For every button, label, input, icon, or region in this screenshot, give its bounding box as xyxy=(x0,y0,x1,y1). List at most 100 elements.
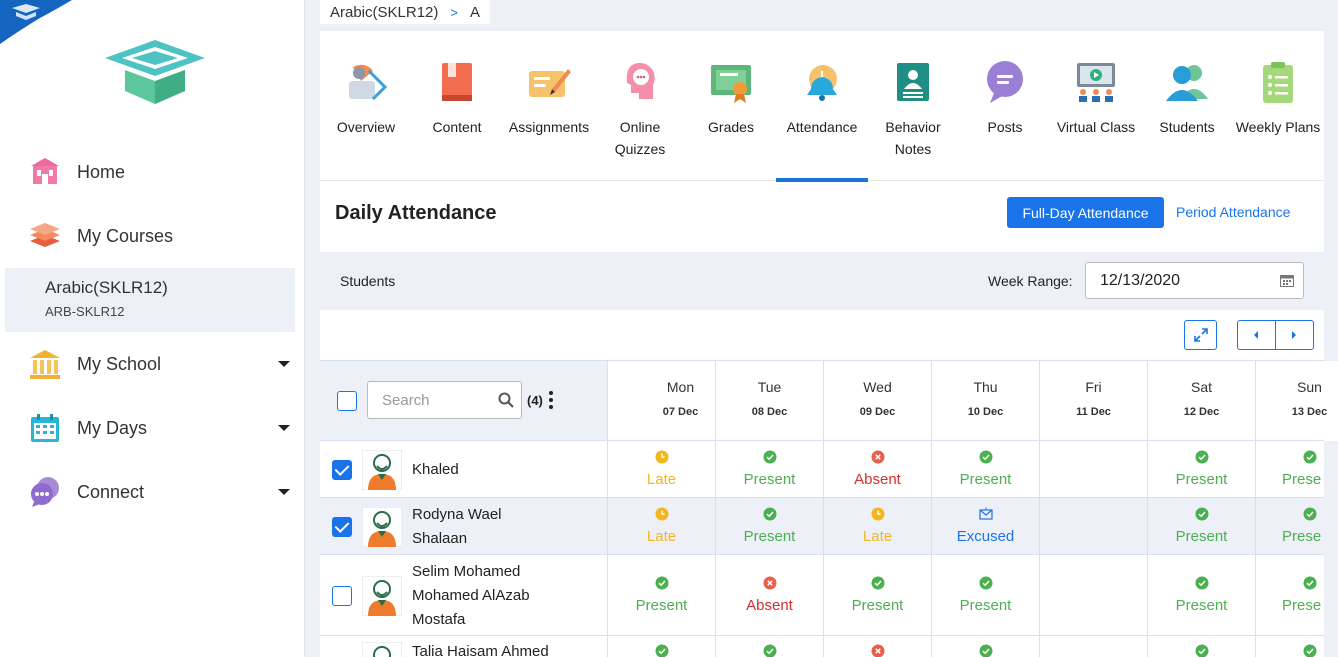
check-circle-icon xyxy=(979,576,993,589)
attendance-cell[interactable]: Present xyxy=(716,498,824,554)
student-checkbox[interactable] xyxy=(332,585,352,606)
expand-button[interactable] xyxy=(1184,320,1217,350)
student-name[interactable]: Selim Mohamed Mohamed AlAzab Mostafa xyxy=(412,560,530,632)
calendar-icon[interactable] xyxy=(1280,274,1294,287)
attendance-status: Present xyxy=(851,596,904,614)
student-cell: Talia Haisam Ahmed xyxy=(320,636,608,657)
student-name[interactable]: Khaled xyxy=(412,458,459,482)
sidebar-item-my-school[interactable]: My School xyxy=(0,336,305,392)
sidebar-item-my-courses[interactable]: My Courses xyxy=(0,208,305,264)
school-building-icon xyxy=(28,155,62,189)
tab-behavior-notes[interactable]: Behavior Notes xyxy=(867,31,959,181)
search-icon[interactable] xyxy=(498,392,514,408)
attendance-status: Present xyxy=(1175,470,1228,488)
chevron-down-icon[interactable] xyxy=(278,425,290,431)
attendance-cell[interactable]: Prese xyxy=(1256,498,1338,554)
attendance-cell[interactable] xyxy=(1040,498,1148,554)
attendance-cell[interactable] xyxy=(608,636,716,657)
chevron-down-icon[interactable] xyxy=(278,361,290,367)
day-column-header: Wed 09 Dec xyxy=(824,361,932,441)
chevron-down-icon[interactable] xyxy=(278,489,290,495)
attendance-status: Late xyxy=(862,527,893,545)
attendance-cell[interactable]: Late xyxy=(608,441,716,497)
table-row: Talia Haisam Ahmed xyxy=(320,635,1324,657)
student-checkbox[interactable] xyxy=(332,516,352,537)
tab-label: Content xyxy=(432,119,482,135)
attendance-cell[interactable] xyxy=(716,636,824,657)
week-range-input[interactable] xyxy=(1085,262,1304,299)
attendance-cell[interactable] xyxy=(1256,636,1338,657)
tab-label: Weekly Plans xyxy=(1235,119,1321,135)
full-day-attendance-button[interactable]: Full-Day Attendance xyxy=(1007,197,1164,228)
day-date: 11 Dec xyxy=(1076,406,1111,418)
check-circle-icon xyxy=(1195,450,1209,463)
attendance-cell[interactable]: Absent xyxy=(824,441,932,497)
more-options-icon[interactable] xyxy=(548,391,554,409)
sidebar-item-home[interactable]: Home xyxy=(0,144,305,200)
attendance-cell[interactable] xyxy=(1148,636,1256,657)
tab-overview[interactable]: Overview xyxy=(320,31,412,181)
books-stack-icon xyxy=(28,219,62,253)
tab-online-quizzes[interactable]: Online Quizzes xyxy=(594,31,686,181)
attendance-cell[interactable]: Prese xyxy=(1256,555,1338,635)
tab-weekly-plans[interactable]: Weekly Plans xyxy=(1232,31,1324,181)
tab-virtual-class[interactable]: Virtual Class xyxy=(1050,31,1142,181)
attendance-status: Present xyxy=(743,527,796,545)
tab-content[interactable]: Content xyxy=(411,31,503,181)
select-all-checkbox[interactable] xyxy=(337,391,357,411)
attendance-cell[interactable]: Absent xyxy=(716,555,824,635)
period-attendance-link[interactable]: Period Attendance xyxy=(1176,197,1290,228)
book-icon xyxy=(442,63,472,101)
tab-attendance[interactable]: Attendance xyxy=(776,31,868,182)
attendance-cell[interactable]: Excused xyxy=(932,498,1040,554)
check-circle-icon xyxy=(1195,644,1209,657)
clock-icon xyxy=(655,450,669,463)
day-date: 07 Dec xyxy=(662,406,699,418)
attendance-cell[interactable] xyxy=(1040,636,1148,657)
attendance-cell[interactable]: Late xyxy=(608,498,716,554)
attendance-cell[interactable]: Present xyxy=(716,441,824,497)
attendance-cell[interactable]: Prese xyxy=(1256,441,1338,497)
attendance-cell[interactable] xyxy=(1040,555,1148,635)
student-checkbox[interactable] xyxy=(332,459,352,480)
check-circle-icon xyxy=(979,450,993,463)
check-circle-icon xyxy=(763,450,777,463)
attendance-cell[interactable]: Late xyxy=(824,498,932,554)
tab-assignments[interactable]: Assignments xyxy=(503,31,595,181)
attendance-cell[interactable]: Present xyxy=(608,555,716,635)
sidebar-item-connect[interactable]: Connect xyxy=(0,464,305,520)
sidebar-course-arabic[interactable]: Arabic(SKLR12) ARB-SKLR12 xyxy=(5,268,295,332)
attendance-status: Late xyxy=(646,527,677,545)
attendance-cell[interactable]: Present xyxy=(932,555,1040,635)
tab-posts[interactable]: Posts xyxy=(959,31,1051,181)
student-name[interactable]: Rodyna Wael Shalaan xyxy=(412,503,502,551)
attendance-status: Late xyxy=(646,470,677,488)
check-circle-icon xyxy=(1303,507,1317,520)
tab-label: Grades xyxy=(708,119,754,135)
attendance-status: Present xyxy=(959,596,1012,614)
attendance-cell[interactable]: Present xyxy=(1148,441,1256,497)
next-week-button[interactable] xyxy=(1276,321,1314,349)
day-name: Sat xyxy=(1190,379,1212,395)
previous-week-button[interactable] xyxy=(1238,321,1276,349)
attendance-cell[interactable]: Present xyxy=(1148,555,1256,635)
app-corner-logo-icon[interactable] xyxy=(0,0,72,44)
attendance-header: Daily Attendance Full-Day Attendance Per… xyxy=(320,182,1324,252)
attendance-cell[interactable] xyxy=(1040,441,1148,497)
attendance-cell[interactable]: Present xyxy=(1148,498,1256,554)
envelope-icon xyxy=(979,507,993,520)
attendance-cell[interactable]: Present xyxy=(824,555,932,635)
student-name[interactable]: Talia Haisam Ahmed xyxy=(412,640,549,657)
attendance-cell[interactable]: Present xyxy=(932,441,1040,497)
breadcrumb-section[interactable]: A xyxy=(470,4,480,21)
breadcrumb: Arabic(SKLR12) > A xyxy=(320,0,490,24)
sidebar-item-my-days[interactable]: My Days xyxy=(0,400,305,456)
attendance-cell[interactable] xyxy=(824,636,932,657)
tab-students[interactable]: Students xyxy=(1141,31,1233,181)
tab-grades[interactable]: Grades xyxy=(685,31,777,181)
breadcrumb-course[interactable]: Arabic(SKLR12) xyxy=(330,4,438,21)
day-date: 12 Dec xyxy=(1183,406,1220,418)
attendance-cell[interactable] xyxy=(932,636,1040,657)
student-cell: Rodyna Wael Shalaan xyxy=(320,498,608,554)
day-date: 09 Dec xyxy=(859,406,896,418)
